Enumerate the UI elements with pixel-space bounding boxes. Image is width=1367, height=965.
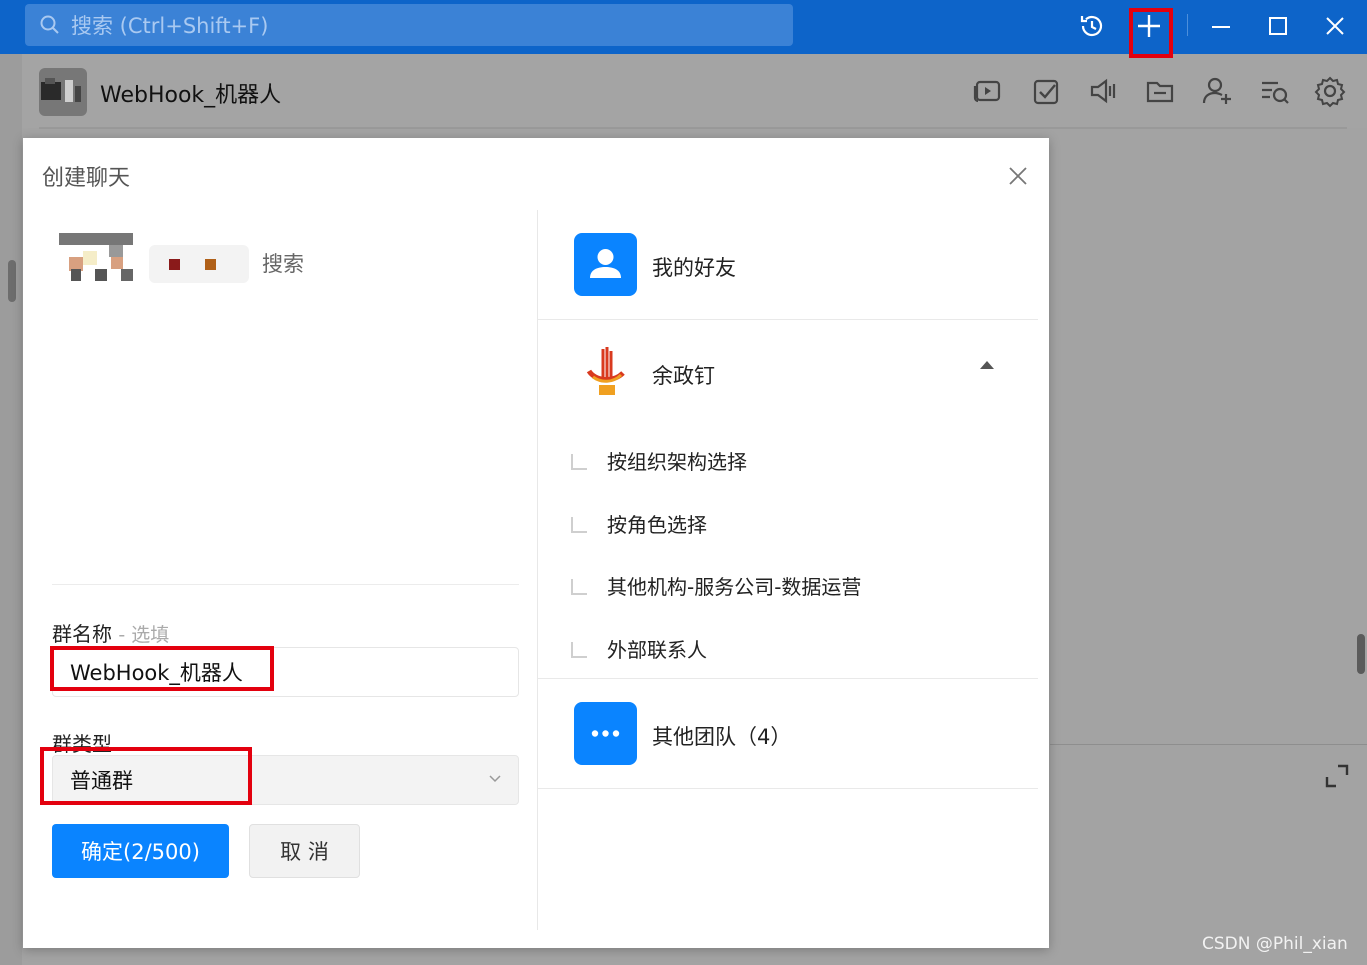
- expand-icon[interactable]: [1324, 763, 1350, 789]
- close-window-button[interactable]: [1317, 8, 1353, 44]
- close-icon: [1326, 17, 1344, 35]
- search-icon: [40, 15, 59, 34]
- dialog-column-divider: [537, 210, 538, 930]
- composer-divider: [1050, 744, 1367, 745]
- person-icon: [590, 249, 621, 278]
- history-button[interactable]: [1074, 8, 1110, 44]
- cancel-button[interactable]: 取 消: [249, 824, 360, 878]
- other-teams-tile[interactable]: [574, 702, 637, 765]
- screen-share-icon[interactable]: [971, 74, 1005, 108]
- group-name-optional: - 选填: [118, 624, 170, 646]
- maximize-button[interactable]: [1260, 8, 1296, 44]
- highlight-create-chat: [1129, 8, 1173, 58]
- tree-line-icon: [571, 578, 587, 595]
- header-divider: [39, 127, 1347, 129]
- left-rail: [0, 54, 22, 965]
- confirm-button[interactable]: 确定(2/500): [52, 824, 229, 878]
- dialog-title: 创建聊天: [42, 166, 131, 191]
- right-scrollbar[interactable]: [1357, 634, 1365, 674]
- minimize-button[interactable]: [1203, 8, 1239, 44]
- member-search[interactable]: 搜索: [262, 248, 304, 278]
- group-name-label-text: 群名称: [52, 622, 112, 646]
- right-divider-3: [538, 788, 1038, 789]
- folder-icon[interactable]: [1143, 74, 1177, 108]
- search-history-icon[interactable]: [1257, 74, 1291, 108]
- search-placeholder: 搜索 (Ctrl+Shift+F): [71, 14, 269, 38]
- org-item-structure[interactable]: 按组织架构选择: [571, 446, 747, 475]
- org-item-role[interactable]: 按角色选择: [571, 509, 707, 538]
- right-divider-1: [538, 319, 1038, 320]
- collapse-caret-icon[interactable]: [980, 361, 994, 369]
- titlebar-separator: [1187, 14, 1188, 36]
- org-label[interactable]: 余政钉: [652, 360, 715, 390]
- right-divider-2: [538, 678, 1038, 679]
- tree-line-icon: [571, 641, 587, 658]
- highlight-group-name: [50, 646, 274, 691]
- more-dots-icon: [591, 730, 620, 737]
- left-divider: [52, 584, 519, 585]
- tree-line-icon: [571, 453, 587, 470]
- add-member-icon[interactable]: [1200, 74, 1234, 108]
- friends-tile[interactable]: [574, 233, 637, 296]
- highlight-group-type: [40, 747, 252, 805]
- other-teams-label[interactable]: 其他团队（4）: [652, 721, 791, 751]
- settings-gear-icon[interactable]: [1313, 74, 1347, 108]
- history-icon: [1080, 15, 1103, 37]
- chat-title: WebHook_机器人: [100, 83, 282, 108]
- chat-avatar: [39, 68, 87, 116]
- group-name-label: 群名称 - 选填: [52, 618, 169, 647]
- task-check-icon[interactable]: [1029, 74, 1063, 108]
- friends-label[interactable]: 我的好友: [652, 252, 736, 282]
- minimize-icon: [1212, 26, 1230, 28]
- dialog-close-icon[interactable]: [1005, 163, 1031, 189]
- left-scrollbar[interactable]: [8, 260, 16, 302]
- tree-line-icon: [571, 516, 587, 533]
- chevron-down-icon: [489, 775, 501, 783]
- org-item-label: 其他机构-服务公司-数据运营: [607, 575, 862, 599]
- announcement-icon[interactable]: [1086, 74, 1120, 108]
- watermark: CSDN @Phil_xian: [1202, 934, 1348, 954]
- org-item-label: 按组织架构选择: [607, 450, 747, 474]
- global-search-input[interactable]: 搜索 (Ctrl+Shift+F): [25, 4, 793, 46]
- create-chat-dialog: 创建聊天 搜索 群名称 - 选填 WebHook_机器人 群类型 普通群 确定(…: [23, 138, 1049, 948]
- org-item-external[interactable]: 外部联系人: [571, 634, 707, 663]
- maximize-icon: [1269, 17, 1287, 35]
- org-logo-icon: [586, 347, 625, 395]
- org-item-label: 按角色选择: [607, 513, 707, 537]
- selected-members: [59, 233, 259, 283]
- org-item-label: 外部联系人: [607, 638, 707, 662]
- org-item-other-org[interactable]: 其他机构-服务公司-数据运营: [571, 571, 861, 600]
